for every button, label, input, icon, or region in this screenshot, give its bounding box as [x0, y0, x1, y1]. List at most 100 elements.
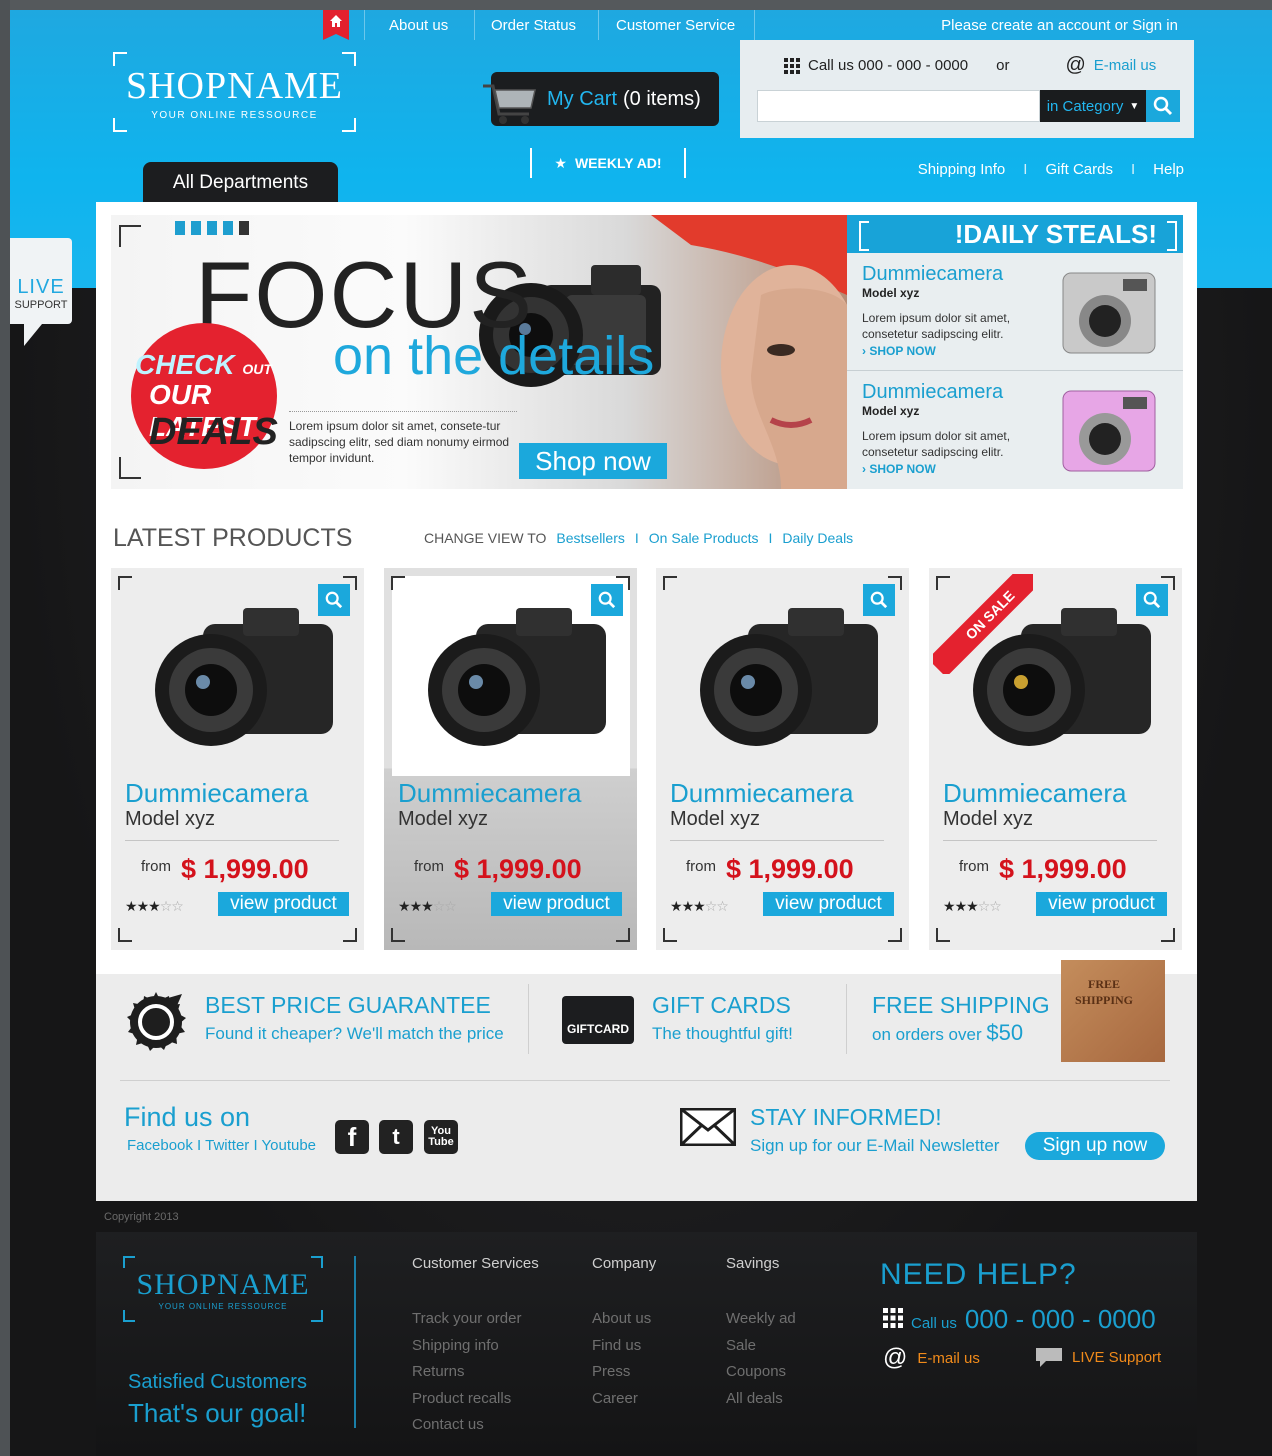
product-card[interactable]: Dummiecamera Model xyz from $ 1,999.00 ★★★☆☆… — [111, 568, 364, 950]
nav-customer-service[interactable]: Customer Service — [616, 17, 735, 34]
support-label: SUPPORT — [14, 299, 68, 311]
footer-link[interactable]: Shipping info — [412, 1333, 539, 1360]
footer-link[interactable]: Coupons — [726, 1359, 796, 1386]
facebook-icon[interactable]: f — [335, 1120, 369, 1154]
phone-keypad-icon — [784, 57, 800, 74]
view-product-button[interactable]: view product — [218, 892, 349, 916]
signin-link[interactable]: Please create an account or Sign in — [941, 17, 1178, 34]
daily-steals: !DAILY STEALS! Dummiecamera Model xyz Lo… — [847, 215, 1183, 489]
footer-link[interactable]: Track your order — [412, 1306, 539, 1333]
footer-link[interactable]: Weekly ad — [726, 1306, 796, 1333]
nav-order-status[interactable]: Order Status — [491, 17, 576, 34]
product-card[interactable]: Dummiecamera Model xyz from $ 1,999.00 ★★★☆☆… — [384, 568, 637, 950]
product-price: $ 1,999.00 — [999, 854, 1127, 884]
price-from-label: from — [686, 858, 716, 875]
product-title[interactable]: Dummiecamera — [670, 778, 854, 809]
footer-link[interactable]: Contact us — [412, 1412, 539, 1439]
cart-label: My Cart — [547, 87, 617, 110]
weekly-ad-label: WEEKLY AD! — [574, 155, 662, 171]
footer-link[interactable]: Press — [592, 1359, 656, 1386]
footer-slogan-2: That's our goal! — [128, 1398, 307, 1428]
help-link[interactable]: Help — [1153, 161, 1184, 178]
check-text: CHECK — [135, 349, 235, 380]
footer-link[interactable]: Sale — [726, 1333, 796, 1360]
footer-logo[interactable]: SHOPNAME YOUR ONLINE RESSOURCE — [123, 1256, 323, 1322]
steal-item[interactable]: Dummiecamera Model xyz Lorem ipsum dolor… — [847, 371, 1183, 489]
logo-tagline: YOUR ONLINE RESSOURCE — [151, 110, 318, 121]
product-camera-image — [700, 608, 878, 746]
footer-email-link[interactable]: @ E-mail us — [883, 1344, 980, 1372]
search-input[interactable] — [757, 90, 1040, 122]
product-title[interactable]: Dummiecamera — [943, 778, 1127, 809]
sign-up-button[interactable]: Sign up now — [1025, 1132, 1165, 1160]
daily-steals-title: !DAILY STEALS! — [847, 215, 1183, 253]
social-links[interactable]: Facebook I Twitter I Youtube — [127, 1137, 316, 1154]
product-price: $ 1,999.00 — [181, 854, 309, 884]
best-price-title: BEST PRICE GUARANTEE — [205, 992, 491, 1018]
free-shipping-title: FREE SHIPPING — [872, 992, 1050, 1018]
giftcard-icon: GIFTCARD — [562, 996, 634, 1044]
box-label: FREE SHIPPING — [1074, 977, 1133, 1007]
shop-now-button[interactable]: Shop now — [519, 443, 667, 479]
price-from-label: from — [959, 858, 989, 875]
nav-about-us[interactable]: About us — [389, 17, 448, 34]
cart-button[interactable]: My Cart (0 items) — [483, 72, 719, 126]
live-label: LIVE — [17, 276, 65, 298]
footer-email-label: E-mail us — [917, 1349, 980, 1367]
gift-cards-subtitle: The thoughtful gift! — [652, 1024, 793, 1043]
product-title[interactable]: Dummiecamera — [398, 778, 582, 809]
home-button[interactable] — [323, 10, 349, 40]
product-card[interactable]: ON SALE Dummiecamera Model xyz from $ 1,999.… — [929, 568, 1182, 950]
view-product-button[interactable]: view product — [491, 892, 622, 916]
email-link[interactable]: E-mail us — [1094, 57, 1157, 74]
product-model: Model xyz — [398, 808, 489, 830]
footer-separator — [354, 1256, 356, 1428]
site-logo[interactable]: SHOPNAME YOUR ONLINE RESSOURCE — [113, 52, 356, 132]
category-dropdown[interactable]: in Category ▼ — [1040, 90, 1146, 122]
logo-name: SHOPNAME — [125, 65, 344, 107]
nav-separator — [754, 10, 755, 40]
giftcard-badge-text: GIFTCARD — [567, 1022, 629, 1036]
footer-link[interactable]: All deals — [726, 1386, 796, 1413]
deals-badge[interactable]: CHECK OUT OUR LATEST DEALS — [131, 323, 278, 469]
link-separator: I — [1023, 161, 1028, 178]
hero-banner[interactable]: FOCUS on the details CHECK OUT OUR LATES… — [111, 215, 847, 489]
all-departments-tab[interactable]: All Departments — [143, 162, 338, 204]
youtube-icon[interactable]: You Tube — [424, 1120, 458, 1154]
contact-search-box: Call us 000 - 000 - 0000 or @ E-mail us … — [740, 40, 1194, 138]
on-sale-link[interactable]: On Sale Products — [649, 530, 759, 546]
daily-deals-link[interactable]: Daily Deals — [782, 530, 853, 546]
hero-description: Lorem ipsum dolor sit amet, consete-tur … — [289, 411, 517, 466]
gift-cards-title[interactable]: GIFT CARDS — [652, 992, 791, 1019]
product-model: Model xyz — [125, 808, 216, 830]
footer-live-support-link[interactable]: LIVE Support — [1034, 1346, 1161, 1368]
price-from-label: from — [141, 858, 171, 875]
call-label: Call us — [911, 1315, 957, 1332]
gift-cards-link[interactable]: Gift Cards — [1045, 161, 1113, 178]
change-view: CHANGE VIEW TO Bestsellers I On Sale Pro… — [424, 530, 853, 546]
rating-stars-icon: ★★★☆☆ — [398, 898, 457, 914]
footer-link[interactable]: Career — [592, 1386, 656, 1413]
view-product-button[interactable]: view product — [1036, 892, 1167, 916]
steal-item[interactable]: Dummiecamera Model xyz Lorem ipsum dolor… — [847, 253, 1183, 371]
product-camera-image — [155, 608, 333, 746]
product-title[interactable]: Dummiecamera — [125, 778, 309, 809]
call-number: 000 - 000 - 0000 — [964, 1304, 1156, 1334]
footer-link[interactable]: Product recalls — [412, 1386, 539, 1413]
product-card[interactable]: Dummiecamera Model xyz from $ 1,999.00 ★★★☆☆… — [656, 568, 909, 950]
shipping-info-link[interactable]: Shipping Info — [918, 161, 1006, 178]
frame-top — [0, 0, 1272, 10]
change-view-label: CHANGE VIEW TO — [424, 530, 547, 546]
bestsellers-link[interactable]: Bestsellers — [556, 530, 624, 546]
footer-link[interactable]: Find us — [592, 1333, 656, 1360]
view-product-button[interactable]: view product — [763, 892, 894, 916]
utility-links: Shipping Info I Gift Cards I Help — [918, 161, 1184, 178]
twitter-icon[interactable]: t — [379, 1120, 413, 1154]
live-support-tab[interactable]: LIVE SUPPORT — [10, 238, 72, 346]
footer-column: Customer Services Track your order Shippin… — [412, 1255, 539, 1439]
footer-link[interactable]: About us — [592, 1306, 656, 1333]
weekly-ad-link[interactable]: ★ WEEKLY AD! — [530, 148, 686, 178]
main-panel: FOCUS on the details CHECK OUT OUR LATES… — [96, 202, 1197, 1201]
footer-link[interactable]: Returns — [412, 1359, 539, 1386]
search-button[interactable] — [1146, 90, 1180, 122]
